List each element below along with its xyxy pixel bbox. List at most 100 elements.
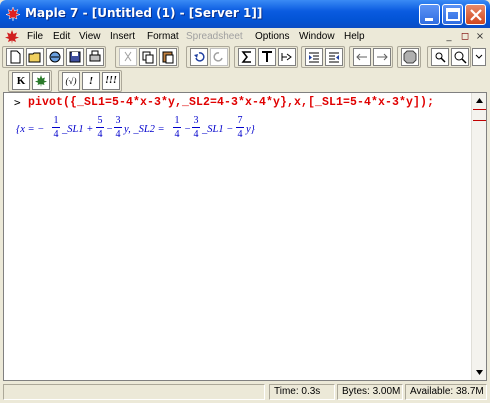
paste-icon bbox=[162, 51, 174, 64]
fraction-denominator: 4 bbox=[174, 129, 180, 140]
maximize-icon bbox=[446, 8, 460, 21]
maximize-button[interactable] bbox=[442, 4, 463, 25]
fraction-bar bbox=[236, 127, 244, 128]
menu-options[interactable]: Options bbox=[255, 31, 289, 42]
output-part-5: − bbox=[184, 124, 192, 135]
document-icon[interactable] bbox=[4, 29, 20, 45]
menu-format[interactable]: Format bbox=[147, 31, 179, 42]
fraction-numerator: 1 bbox=[53, 115, 59, 126]
copy-button[interactable] bbox=[139, 48, 157, 66]
open-folder-icon bbox=[28, 52, 41, 63]
save-disk-icon bbox=[69, 51, 81, 63]
output-fraction-6: 74 bbox=[236, 115, 244, 140]
output-part-4: y, _SL2 = bbox=[124, 124, 165, 135]
output-fraction-1: 14 bbox=[52, 115, 60, 140]
status-time: Time: 0.3s bbox=[269, 384, 335, 400]
open-button[interactable] bbox=[26, 48, 44, 66]
title-bar[interactable]: Maple 7 - [Untitled (1) - [Server 1]] bbox=[0, 0, 490, 28]
sigma-icon bbox=[241, 51, 251, 63]
scroll-down-icon[interactable] bbox=[472, 365, 487, 380]
fraction-bar bbox=[192, 127, 200, 128]
indent-button[interactable] bbox=[325, 48, 343, 66]
execute-all-button[interactable]: !!! bbox=[102, 72, 120, 90]
zoom-in-button[interactable] bbox=[451, 48, 469, 66]
open-url-button[interactable] bbox=[46, 48, 64, 66]
context-toolbar: K (√) ! !!! bbox=[0, 70, 490, 92]
scroll-marker bbox=[473, 120, 486, 121]
output-part-3: − bbox=[106, 124, 114, 135]
execution-group-button[interactable] bbox=[32, 72, 50, 90]
redo-button[interactable] bbox=[210, 48, 228, 66]
fraction-bar bbox=[52, 127, 60, 128]
save-button[interactable] bbox=[66, 48, 84, 66]
redo-icon bbox=[213, 52, 223, 62]
status-available: Available: 38.7M bbox=[405, 384, 487, 400]
toolbar-overflow-button[interactable] bbox=[472, 48, 486, 66]
menu-file[interactable]: File bbox=[27, 31, 43, 42]
close-button[interactable] bbox=[465, 4, 486, 25]
output-fraction-2: 54 bbox=[96, 115, 104, 140]
zoom-in-icon bbox=[454, 51, 467, 64]
output-fraction-5: 34 bbox=[192, 115, 200, 140]
minimize-button[interactable] bbox=[419, 4, 440, 25]
close-icon bbox=[470, 9, 482, 21]
scroll-up-icon[interactable] bbox=[472, 93, 487, 108]
status-bytes: Bytes: 3.00M bbox=[337, 384, 403, 400]
print-button[interactable] bbox=[86, 48, 104, 66]
fraction-numerator: 3 bbox=[115, 115, 121, 126]
sqrt-button[interactable]: (√) bbox=[62, 72, 80, 90]
back-button[interactable] bbox=[353, 48, 371, 66]
menu-insert[interactable]: Insert bbox=[110, 31, 135, 42]
menu-help[interactable]: Help bbox=[344, 31, 365, 42]
insert-text-button[interactable] bbox=[258, 48, 276, 66]
fraction-numerator: 3 bbox=[193, 115, 199, 126]
globe-icon bbox=[49, 51, 61, 63]
maple-leaf-icon bbox=[5, 6, 21, 22]
minimize-icon bbox=[425, 18, 433, 21]
stop-button[interactable] bbox=[401, 48, 419, 66]
prompt-arrow-icon bbox=[281, 53, 292, 61]
insert-prompt-button[interactable] bbox=[278, 48, 296, 66]
output-fraction-3: 34 bbox=[114, 115, 122, 140]
fraction-denominator: 4 bbox=[115, 129, 121, 140]
paste-button[interactable] bbox=[159, 48, 177, 66]
maple-leaf-icon bbox=[35, 75, 47, 87]
menu-window[interactable]: Window bbox=[299, 31, 335, 42]
text-t-icon bbox=[262, 51, 272, 62]
fraction-denominator: 4 bbox=[97, 129, 103, 140]
doc-minimize-button[interactable]: _ bbox=[442, 30, 456, 43]
output-part-1: {x = − bbox=[16, 124, 45, 135]
menu-bar: File Edit View Insert Format Spreadsheet… bbox=[0, 28, 490, 46]
indent-icon bbox=[329, 52, 339, 63]
undo-button[interactable] bbox=[190, 48, 208, 66]
printer-icon bbox=[89, 50, 101, 62]
arrow-right-icon bbox=[377, 53, 388, 61]
forward-button[interactable] bbox=[373, 48, 391, 66]
outdent-button[interactable] bbox=[305, 48, 323, 66]
doc-close-button[interactable]: × bbox=[473, 30, 487, 43]
output-part-2: _SL1 + bbox=[62, 124, 94, 135]
vertical-scrollbar[interactable] bbox=[471, 93, 486, 380]
input-command[interactable]: pivot({_SL1=5-4*x-3*y,_SL2=4-3*x-4*y},x,… bbox=[28, 96, 434, 109]
outdent-icon bbox=[309, 52, 319, 63]
maple-notation-button[interactable]: K bbox=[12, 72, 30, 90]
doc-restore-button[interactable]: ◻ bbox=[458, 30, 472, 43]
menu-edit[interactable]: Edit bbox=[53, 31, 70, 42]
fraction-numerator: 5 bbox=[97, 115, 103, 126]
output-part-6: _SL1 − bbox=[202, 124, 234, 135]
worksheet[interactable]: > pivot({_SL1=5-4*x-3*y,_SL2=4-3*x-4*y},… bbox=[3, 92, 487, 381]
cut-button[interactable] bbox=[119, 48, 137, 66]
fraction-denominator: 4 bbox=[237, 129, 243, 140]
fraction-bar bbox=[173, 127, 181, 128]
menu-spreadsheet[interactable]: Spreadsheet bbox=[186, 31, 243, 42]
zoom-out-icon bbox=[435, 52, 446, 63]
window-title: Maple 7 - [Untitled (1) - [Server 1]] bbox=[25, 6, 263, 20]
zoom-out-button[interactable] bbox=[431, 48, 449, 66]
execute-button[interactable]: ! bbox=[82, 72, 100, 90]
menu-view[interactable]: View bbox=[79, 31, 101, 42]
status-message bbox=[3, 384, 265, 400]
new-button[interactable] bbox=[6, 48, 24, 66]
insert-math-button[interactable] bbox=[238, 48, 256, 66]
chevron-down-icon bbox=[475, 54, 483, 59]
output-part-7: y} bbox=[246, 124, 255, 135]
